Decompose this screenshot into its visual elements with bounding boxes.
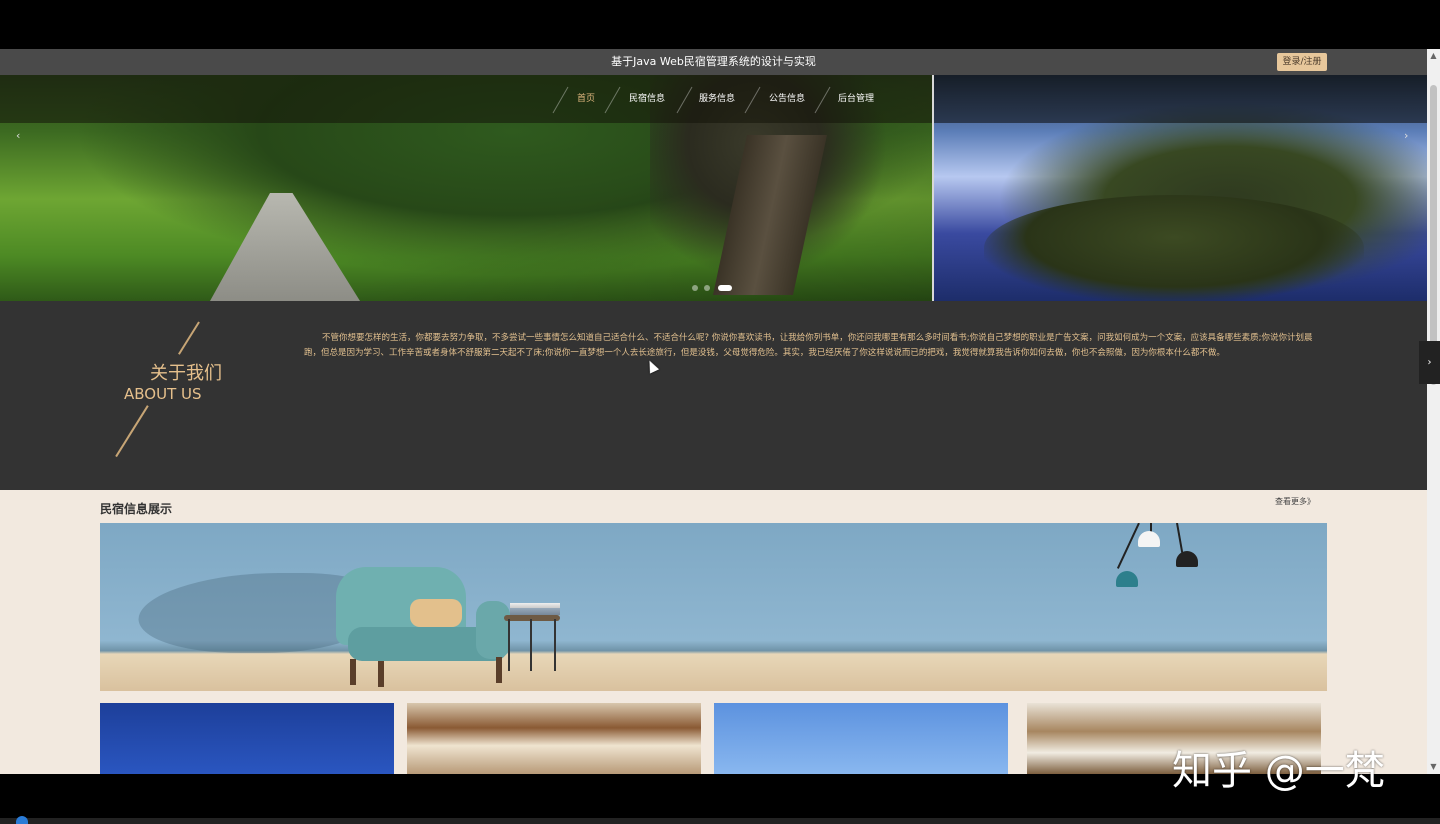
nav-separator [744,86,761,114]
about-title-en: ABOUT US [124,385,202,403]
vertical-scrollbar[interactable]: ▲ ▼ [1427,49,1440,774]
carousel-dot[interactable] [692,285,698,291]
section-title: 民宿信息展示 [100,502,173,516]
nav-item-service-info[interactable]: 服务信息 [694,75,740,123]
scroll-down-icon[interactable]: ▼ [1429,762,1438,771]
homestay-thumb[interactable] [714,703,1008,774]
decor-line [178,321,200,355]
nav-item-announcements[interactable]: 公告信息 [764,75,810,123]
watermark: 知乎 @一梵 [1172,748,1385,794]
top-bar: 基于Java Web民宿管理系统的设计与实现 登录/注册 [0,49,1427,75]
about-text: 不管你想要怎样的生活，你都要去努力争取，不多尝试一些事情怎么知道自己适合什么、不… [304,333,1313,358]
carousel-dot[interactable] [704,285,710,291]
side-table-leg [554,619,556,671]
lamp-wire [1116,523,1140,569]
homestay-thumb[interactable] [407,703,701,774]
nav-item-admin[interactable]: 后台管理 [833,75,879,123]
mossy-rock [984,195,1364,301]
browser-viewport: 基于Java Web民宿管理系统的设计与实现 登录/注册 首页 民宿信息 服务信… [0,49,1427,774]
armchair-arm [476,601,510,659]
chevron-left-icon[interactable]: ‹ [16,129,20,142]
scrollbar-thumb[interactable] [1430,85,1437,385]
side-expand-tab[interactable]: › [1419,341,1440,384]
about-title-cn: 关于我们 [150,363,222,384]
nav-separator [814,86,831,114]
homestay-hero-image[interactable] [100,523,1327,691]
pendant-lamp [1116,571,1138,587]
side-table-leg [508,619,510,671]
scroll-up-icon[interactable]: ▲ [1429,51,1438,60]
main-nav: 首页 民宿信息 服务信息 公告信息 后台管理 [0,75,932,123]
login-register-button[interactable]: 登录/注册 [1277,53,1327,71]
carousel-dot-active[interactable] [718,285,732,291]
chair-leg [350,659,356,685]
nav-separator [676,86,693,114]
pendant-lamp [1138,531,1160,547]
view-more-link[interactable]: 查看更多》 [1275,496,1315,507]
side-table-top [504,615,560,621]
taskbar-icon [16,816,28,824]
banner-carousel: 首页 民宿信息 服务信息 公告信息 后台管理 ‹ › [0,75,1427,301]
chair-leg [378,661,384,687]
lamp-wire [1176,523,1183,553]
side-table-leg [530,619,532,671]
decor-line [115,405,149,457]
nav-item-homestay-info[interactable]: 民宿信息 [624,75,670,123]
about-section: 关于我们 ABOUT US 不管你想要怎样的生活，你都要去努力争取，不多尝试一些… [0,301,1427,490]
nav-overlay-right [934,75,1427,123]
book-stack [510,603,560,615]
road-shape [210,193,360,301]
nav-separator [604,86,621,114]
homestay-thumb[interactable] [100,703,394,774]
nav-separator [552,86,569,114]
pendant-lamp [1176,551,1198,567]
cushion [410,599,462,627]
nav-item-home[interactable]: 首页 [570,75,602,123]
taskbar-strip [0,818,1440,824]
site-title: 基于Java Web民宿管理系统的设计与实现 [611,55,816,68]
chevron-right-icon[interactable]: › [1404,129,1408,142]
chair-leg [496,657,502,683]
